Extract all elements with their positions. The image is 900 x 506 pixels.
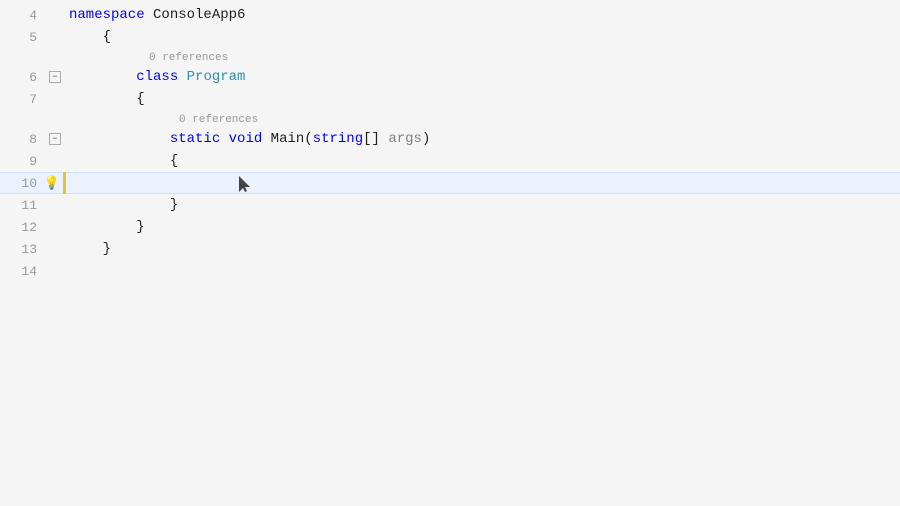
code-line-11: 11 } <box>0 194 900 216</box>
code-area: 4 namespace ConsoleApp6 5 { 6 0 referenc… <box>0 0 900 282</box>
collapse-icon-8[interactable]: − <box>49 133 61 145</box>
line-number-11: 11 <box>0 198 45 213</box>
line-content-12: } <box>65 216 145 238</box>
class-name-program: Program <box>187 69 246 85</box>
lightbulb-container: 💡 <box>45 176 63 190</box>
line-content-9: { <box>65 150 178 172</box>
gutter-6: − <box>45 71 65 83</box>
line-content-10 <box>66 172 204 194</box>
line-content-8: static void Main(string[] args) <box>65 128 430 150</box>
line-number-4: 4 <box>0 8 45 23</box>
line-number-14: 14 <box>0 264 45 279</box>
line-number-12: 12 <box>0 220 45 235</box>
keyword-class: class <box>136 69 178 85</box>
line-number-8: 8 <box>0 132 45 147</box>
code-line-9: 9 { <box>0 150 900 172</box>
lightbulb-icon[interactable]: 💡 <box>45 176 59 190</box>
code-line-14: 14 <box>0 260 900 282</box>
code-line-8-ref: 8 0 references <box>0 110 900 128</box>
keyword-string: string <box>313 131 363 147</box>
code-editor: 4 namespace ConsoleApp6 5 { 6 0 referenc… <box>0 0 900 506</box>
collapse-icon-6[interactable]: − <box>49 71 61 83</box>
line-number-7: 7 <box>0 92 45 107</box>
line-number-10: 10 <box>0 176 45 191</box>
keyword-namespace: namespace <box>69 7 145 23</box>
line-content-11: } <box>65 194 178 216</box>
keyword-void: void <box>229 131 263 147</box>
line-content-4: namespace ConsoleApp6 <box>65 4 245 26</box>
code-line-6: 6 − class Program <box>0 66 900 88</box>
gutter-8: − <box>45 133 65 145</box>
line-content-13: } <box>65 238 111 260</box>
line-number-8ref: 8 <box>0 112 45 127</box>
line-number-6: 6 <box>0 70 45 85</box>
line-number-13: 13 <box>0 242 45 257</box>
code-line-13: 13 } <box>0 238 900 260</box>
line-number-5: 5 <box>0 30 45 45</box>
code-line-6-ref: 6 0 references <box>0 48 900 66</box>
code-line-8: 8 − static void Main(string[] args) <box>0 128 900 150</box>
code-line-4: 4 namespace ConsoleApp6 <box>0 4 900 26</box>
line-number-9: 9 <box>0 154 45 169</box>
code-line-12: 12 } <box>0 216 900 238</box>
param-args: args <box>388 131 422 147</box>
ref-hint-8: 0 references <box>69 114 258 126</box>
line-number-6ref: 6 <box>0 50 45 65</box>
keyword-static: static <box>170 131 220 147</box>
line-content-6: class Program <box>65 66 245 88</box>
code-line-10: 10 💡 <box>0 172 900 194</box>
ref-hint-6: 0 references <box>69 52 228 64</box>
